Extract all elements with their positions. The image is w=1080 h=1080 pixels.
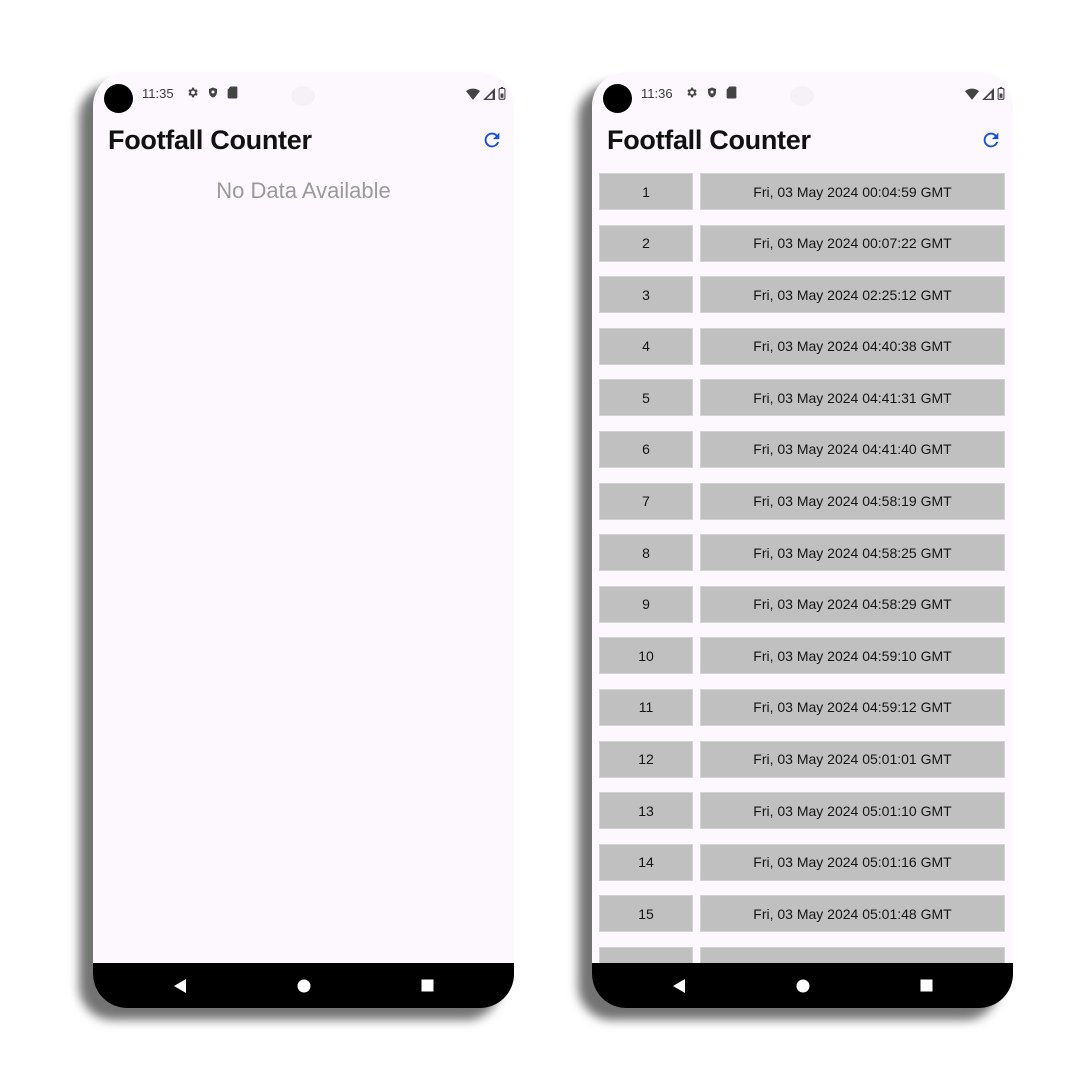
list-item: 1 Fri, 03 May 2024 00:04:59 GMT — [592, 173, 1013, 225]
recents-button[interactable] — [413, 971, 443, 1001]
app-title: Footfall Counter — [607, 125, 811, 155]
navigation-bar — [93, 963, 514, 1008]
entry-index: 1 — [599, 173, 693, 210]
list-item: 13 Fri, 03 May 2024 05:01:10 GMT — [592, 792, 1013, 844]
camera-cutout — [104, 84, 133, 113]
entry-index: 13 — [599, 792, 693, 830]
list-item: 6 Fri, 03 May 2024 04:41:40 GMT — [592, 430, 1013, 483]
entry-timestamp: Fri, 03 May 2024 00:07:22 GMT — [700, 224, 1005, 262]
entry-index: 15 — [599, 895, 693, 933]
list-item: 12 Fri, 03 May 2024 05:01:01 GMT — [592, 740, 1013, 793]
refresh-button[interactable] — [481, 129, 503, 151]
sd-card-icon — [726, 86, 737, 99]
list-item: 15 Fri, 03 May 2024 05:01:48 GMT — [592, 895, 1013, 947]
back-icon — [173, 978, 186, 993]
entry-index: 2 — [599, 224, 693, 262]
list-item: 4 Fri, 03 May 2024 04:40:38 GMT — [592, 327, 1013, 380]
signal-icon — [483, 87, 495, 100]
list-item: 10 Fri, 03 May 2024 04:59:10 GMT — [592, 637, 1013, 689]
list-item: 2 Fri, 03 May 2024 00:07:22 GMT — [592, 224, 1013, 277]
recents-icon — [421, 979, 434, 992]
home-icon — [297, 979, 310, 992]
entry-timestamp: Fri, 03 May 2024 05:01:48 GMT — [700, 895, 1005, 933]
entry-index: 7 — [599, 482, 693, 520]
recents-button[interactable] — [912, 971, 942, 1001]
back-icon — [672, 978, 685, 993]
status-bar: 11:36 — [592, 72, 1013, 118]
list-item: 3 Fri, 03 May 2024 02:25:12 GMT — [592, 276, 1013, 328]
list-item: 11 Fri, 03 May 2024 04:59:12 GMT — [592, 688, 1013, 741]
battery-icon — [997, 87, 1005, 100]
back-button[interactable] — [664, 971, 694, 1001]
entry-index: 3 — [599, 276, 693, 314]
entry-timestamp: Fri, 03 May 2024 05:01:10 GMT — [700, 792, 1005, 830]
entry-index: 11 — [599, 688, 693, 726]
entry-timestamp: Fri, 03 May 2024 04:59:12 GMT — [700, 688, 1005, 726]
entry-timestamp: Fri, 03 May 2024 04:58:19 GMT — [700, 482, 1005, 520]
entry-index: 5 — [599, 379, 693, 417]
entry-timestamp: Fri, 03 May 2024 04:59:10 GMT — [700, 637, 1005, 675]
empty-state-message: No Data Available — [216, 178, 391, 203]
wifi-icon — [965, 88, 979, 100]
entry-index: 10 — [599, 637, 693, 675]
signal-icon — [982, 87, 994, 100]
entry-timestamp: Fri, 03 May 2024 05:01:16 GMT — [700, 843, 1005, 881]
status-time: 11:36 — [641, 86, 673, 101]
entry-index: 4 — [599, 327, 693, 365]
entry-index: 12 — [599, 740, 693, 778]
entry-timestamp: Fri, 03 May 2024 00:04:59 GMT — [700, 173, 1005, 210]
recents-icon — [920, 979, 933, 992]
entry-index: 8 — [599, 534, 693, 572]
phone-screen-empty: 11:35 Footfall Counter No Data Available — [93, 72, 514, 1008]
shield-icon — [207, 86, 219, 99]
list-item: 7 Fri, 03 May 2024 04:58:19 GMT — [592, 482, 1013, 535]
home-button[interactable] — [788, 971, 818, 1001]
list-item-partial — [592, 946, 1013, 963]
notch — [790, 86, 814, 106]
navigation-bar — [592, 963, 1013, 1008]
refresh-icon — [983, 132, 999, 148]
refresh-button[interactable] — [980, 129, 1002, 151]
entry-timestamp: Fri, 03 May 2024 04:58:29 GMT — [700, 585, 1005, 623]
sd-card-icon — [227, 86, 238, 99]
entry-timestamp: Fri, 03 May 2024 05:01:01 GMT — [700, 740, 1005, 778]
shield-icon — [706, 86, 718, 99]
app-title: Footfall Counter — [108, 125, 312, 155]
entry-timestamp: Fri, 03 May 2024 04:41:40 GMT — [700, 430, 1005, 468]
notch — [291, 86, 315, 106]
entry-index: 9 — [599, 585, 693, 623]
wifi-icon — [466, 88, 480, 100]
status-bar: 11:35 — [93, 72, 514, 118]
settings-icon — [685, 86, 698, 99]
entry-timestamp — [700, 946, 1005, 963]
phone-screen-list: 11:36 Footfall Counter 1 Fri, 03 May 202… — [592, 72, 1013, 1008]
entry-timestamp: Fri, 03 May 2024 04:58:25 GMT — [700, 534, 1005, 572]
entry-index: 6 — [599, 430, 693, 468]
home-button[interactable] — [289, 971, 319, 1001]
battery-icon — [498, 87, 506, 100]
home-icon — [796, 979, 809, 992]
entry-timestamp: Fri, 03 May 2024 04:41:31 GMT — [700, 379, 1005, 417]
refresh-icon — [484, 132, 500, 148]
entry-index — [599, 946, 693, 963]
list-item: 5 Fri, 03 May 2024 04:41:31 GMT — [592, 379, 1013, 431]
entry-index: 14 — [599, 843, 693, 881]
entry-timestamp: Fri, 03 May 2024 04:40:38 GMT — [700, 327, 1005, 365]
entry-timestamp: Fri, 03 May 2024 02:25:12 GMT — [700, 276, 1005, 314]
footfall-list[interactable]: 1 Fri, 03 May 2024 00:04:59 GMT 2 Fri, 03 M… — [592, 173, 1013, 963]
settings-icon — [186, 86, 199, 99]
camera-cutout — [603, 84, 632, 113]
list-item: 8 Fri, 03 May 2024 04:58:25 GMT — [592, 534, 1013, 586]
list-item: 9 Fri, 03 May 2024 04:58:29 GMT — [592, 585, 1013, 638]
status-time: 11:35 — [142, 86, 174, 101]
back-button[interactable] — [165, 971, 195, 1001]
list-item: 14 Fri, 03 May 2024 05:01:16 GMT — [592, 843, 1013, 896]
